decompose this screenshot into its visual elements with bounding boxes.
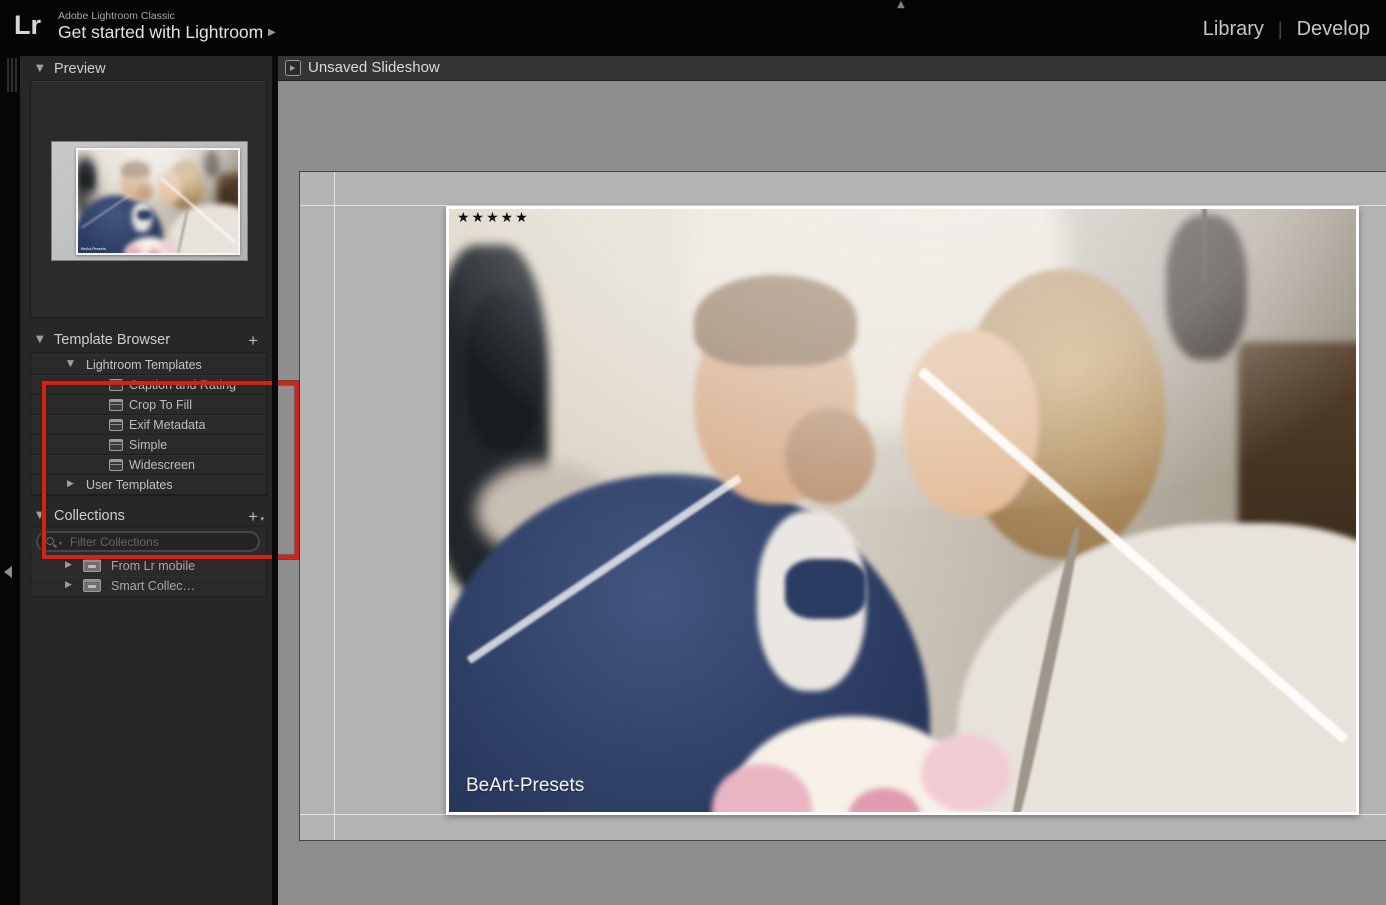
template-item-label: Exif Metadata xyxy=(129,418,206,432)
chevron-down-icon: ▼ xyxy=(36,334,44,345)
collection-label: Smart Collec… xyxy=(111,579,196,593)
template-icon xyxy=(109,399,123,411)
template-item-label: Widescreen xyxy=(129,458,195,472)
slideshow-icon xyxy=(285,60,301,76)
chevron-right-icon: ▶ xyxy=(65,580,72,590)
identity-plate-arrow-icon: ▶ xyxy=(268,27,276,38)
collection-smart-collections[interactable]: ▶ Smart Collec… xyxy=(31,576,266,596)
group-label: Lightroom Templates xyxy=(86,358,202,372)
template-item-widescreen[interactable]: Widescreen xyxy=(31,455,266,475)
module-develop[interactable]: Develop xyxy=(1297,18,1370,41)
panel-grip xyxy=(7,58,18,92)
identity-plate-text[interactable]: Get started with Lightroom xyxy=(58,22,263,43)
template-item-label: Crop To Fill xyxy=(129,398,192,412)
template-item-label: Caption and Rating xyxy=(129,378,237,392)
preview-photo-thumbnail: BeArt-Presets xyxy=(76,148,240,255)
slide-canvas[interactable]: ★★★★★ BeArt-Presets xyxy=(299,171,1386,841)
chevron-right-icon: ▶ xyxy=(65,560,72,570)
search-options-caret-icon: ▾ xyxy=(59,540,63,547)
template-icon xyxy=(109,379,123,391)
add-collection-caret-icon: ▾ xyxy=(260,515,264,523)
group-user-templates[interactable]: ▶ User Templates xyxy=(31,475,266,495)
module-library[interactable]: Library xyxy=(1203,18,1264,41)
filter-collections-field[interactable]: ▾ xyxy=(36,531,260,552)
template-icon xyxy=(109,439,123,451)
collapse-left-panel-arrow-icon[interactable] xyxy=(4,566,12,578)
slideshow-header-bar: Unsaved Slideshow xyxy=(278,56,1386,81)
collection-set-icon xyxy=(83,579,101,592)
left-panel-edge[interactable] xyxy=(0,56,20,905)
template-browser-title: Template Browser xyxy=(54,332,171,348)
add-collection-button[interactable]: + xyxy=(248,507,258,527)
preview-slide: BeArt-Presets xyxy=(51,141,248,261)
left-panel: ▼ Preview BeArt-Presets ▼ Template Brows… xyxy=(20,56,299,905)
group-lightroom-templates[interactable]: ▼ Lightroom Templates xyxy=(31,355,266,375)
template-icon xyxy=(109,419,123,431)
lightroom-window: Lr Adobe Lightroom Classic Get started w… xyxy=(0,0,1386,905)
module-picker: Library | Develop xyxy=(1203,18,1370,41)
lightroom-logo: Lr xyxy=(14,10,41,40)
template-browser-header[interactable]: ▼ Template Browser + xyxy=(20,329,272,353)
slideshow-workspace: ★★★★★ BeArt-Presets xyxy=(278,81,1386,905)
chevron-right-icon: ▶ xyxy=(67,479,74,489)
panel-divider xyxy=(272,56,278,905)
slideshow-title: Unsaved Slideshow xyxy=(308,59,440,76)
preview-panel-title: Preview xyxy=(54,61,106,77)
thumb-caption: BeArt-Presets xyxy=(81,246,106,251)
template-item-crop-to-fill[interactable]: Crop To Fill xyxy=(31,395,266,415)
collections-title: Collections xyxy=(54,508,125,524)
collection-label: From Lr mobile xyxy=(111,559,196,573)
collection-set-icon xyxy=(83,559,101,572)
add-template-button[interactable]: + xyxy=(248,331,258,351)
template-item-label: Simple xyxy=(129,438,168,452)
template-browser-list: ▼ Lightroom Templates Caption and Rating… xyxy=(30,352,267,496)
wedding-photo-thumb xyxy=(78,150,238,253)
preview-panel-header[interactable]: ▼ Preview xyxy=(20,58,272,82)
wedding-photo xyxy=(449,209,1356,812)
module-separator: | xyxy=(1277,19,1283,39)
preview-area: BeArt-Presets xyxy=(30,80,267,318)
template-item-exif-metadata[interactable]: Exif Metadata xyxy=(31,415,266,435)
titlebar: Lr Adobe Lightroom Classic Get started w… xyxy=(0,0,1386,56)
chevron-down-icon: ▼ xyxy=(67,359,74,369)
chevron-down-icon: ▼ xyxy=(36,63,44,74)
collections-list: ▾ ▶ From Lr mobile ▶ Smart Collec… xyxy=(30,526,267,597)
template-item-caption-and-rating[interactable]: Caption and Rating xyxy=(31,375,266,395)
margin-guide-left[interactable] xyxy=(334,172,335,840)
groom-bowtie xyxy=(784,558,867,620)
search-icon xyxy=(46,537,54,545)
collection-from-lr-mobile[interactable]: ▶ From Lr mobile xyxy=(31,556,266,576)
star-rating-overlay[interactable]: ★★★★★ xyxy=(457,210,530,226)
filter-collections-input[interactable] xyxy=(70,534,250,549)
app-name: Adobe Lightroom Classic xyxy=(58,10,175,22)
chevron-down-icon: ▼ xyxy=(36,510,44,521)
collapse-top-panel-arrow-icon[interactable]: ▲ xyxy=(885,0,917,12)
bouquet-flower xyxy=(920,733,1012,812)
template-icon xyxy=(109,459,123,471)
group-label: User Templates xyxy=(86,478,173,492)
caption-overlay[interactable]: BeArt-Presets xyxy=(466,775,584,797)
bride-shawl xyxy=(956,522,1356,812)
template-item-simple[interactable]: Simple xyxy=(31,435,266,455)
slide-photo[interactable]: ★★★★★ BeArt-Presets xyxy=(446,206,1359,815)
